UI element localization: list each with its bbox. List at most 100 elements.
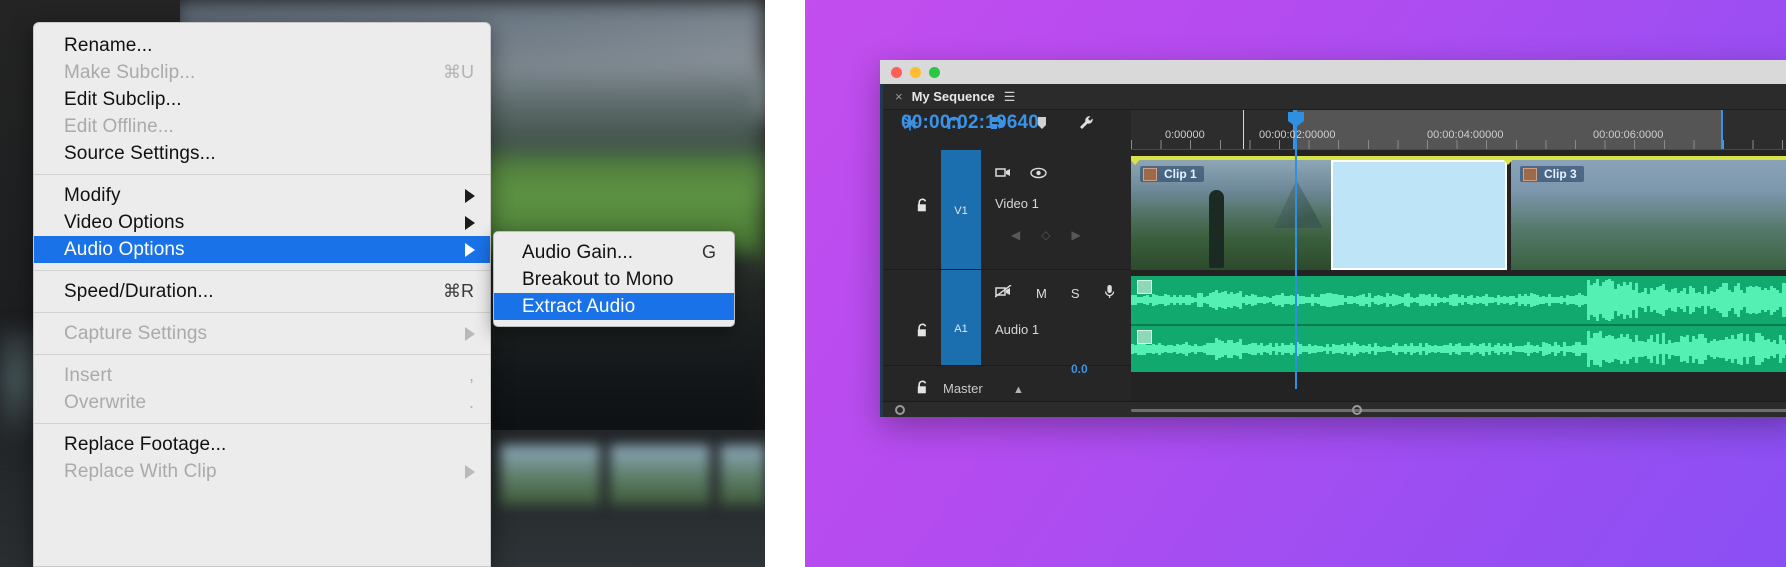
menu-separator	[34, 270, 490, 271]
menu-item-edit-offline: Edit Offline...	[34, 113, 490, 140]
hamburger-menu-icon[interactable]: ☰	[1004, 89, 1016, 105]
chevron-up-icon[interactable]: ▲	[1013, 384, 1024, 396]
eye-icon[interactable]	[1030, 167, 1047, 182]
linked-selection-icon[interactable]	[901, 114, 919, 132]
video-track-v1[interactable]: Clip 1 Clip 3	[1131, 156, 1786, 270]
linked-clips-icon[interactable]	[989, 114, 1007, 132]
backdrop-thumbnail-2	[610, 445, 710, 505]
audio-track-a1[interactable]	[1131, 276, 1786, 372]
add-keyframe-icon[interactable]: ◇	[1041, 228, 1050, 242]
clip-start-notch	[1131, 156, 1143, 165]
track-a1-icons: M S	[994, 284, 1115, 302]
lock-icon[interactable]	[916, 198, 929, 216]
previous-keyframe-icon[interactable]: ◀	[1011, 228, 1020, 242]
context-menu[interactable]: Rename... Make Subclip... ⌘U Edit Subcli…	[33, 22, 491, 567]
timeline-tracks-area[interactable]: Clip 1 Clip 3	[1131, 150, 1786, 417]
lock-icon[interactable]	[916, 380, 929, 398]
track-select-a1[interactable]: A1	[941, 270, 981, 365]
menu-item-rename[interactable]: Rename...	[34, 32, 490, 59]
menu-item-audio-options[interactable]: Audio Options	[34, 236, 490, 263]
track-id-label: V1	[954, 204, 968, 217]
chevron-right-icon	[465, 242, 475, 257]
solo-track-button[interactable]: S	[1071, 286, 1080, 301]
wrench-icon[interactable]	[1077, 114, 1095, 132]
close-icon[interactable]: ×	[895, 90, 903, 103]
clip-thumbnail-icon	[1143, 167, 1157, 181]
timeline-clip-1[interactable]: Clip 1	[1131, 160, 1331, 270]
window-titlebar	[880, 60, 1786, 84]
ruler-ticks	[1131, 140, 1786, 149]
menu-item-label: Replace With Clip	[64, 460, 217, 482]
audio-level-value[interactable]: 0.0	[1071, 362, 1088, 376]
clip-label: Clip 1	[1164, 167, 1197, 181]
timeline-horizontal-scrollbar[interactable]	[883, 401, 1786, 417]
menu-item-video-options[interactable]: Video Options	[34, 209, 490, 236]
next-keyframe-icon[interactable]: ▶	[1071, 228, 1080, 242]
screenshot-root: Rename... Make Subclip... ⌘U Edit Subcli…	[0, 0, 1786, 567]
menu-item-label: Replace Footage...	[64, 433, 227, 455]
lock-icon[interactable]	[916, 323, 929, 341]
menu-item-modify[interactable]: Modify	[34, 182, 490, 209]
menu-item-label: Edit Subclip...	[64, 88, 182, 110]
target-output-icon[interactable]	[995, 166, 1012, 182]
snap-icon[interactable]	[945, 114, 963, 132]
menu-item-label: Make Subclip...	[64, 61, 196, 83]
panel-divider	[765, 0, 805, 567]
menu-item-label: Modify	[64, 184, 121, 206]
track-header-v1[interactable]: V1 Video 1 ◀ ◇ ▶	[883, 150, 1131, 270]
submenu-item-label: Extract Audio	[522, 295, 636, 317]
minimize-window-button[interactable]	[910, 66, 921, 78]
microphone-icon[interactable]	[1104, 284, 1115, 302]
clip-badge: Clip 1	[1140, 166, 1204, 182]
clip-label: Clip 3	[1544, 167, 1577, 181]
chevron-right-icon	[465, 188, 475, 203]
chevron-right-icon	[465, 326, 475, 341]
tab-my-sequence[interactable]: My Sequence	[912, 89, 995, 104]
track-header-column: V1 Video 1 ◀ ◇ ▶ A1 Audio 1 M S 0.0 Mast…	[883, 150, 1151, 417]
timeline-panel: × My Sequence ☰ 00:00:02:19640 0:00000 0…	[880, 84, 1786, 417]
audio-clip-icon	[1137, 280, 1152, 294]
marker-icon[interactable]	[1033, 114, 1051, 132]
selected-clip-region[interactable]	[1331, 160, 1507, 270]
menu-item-label: Speed/Duration...	[64, 280, 214, 302]
menu-item-shortcut: ⌘R	[443, 281, 474, 301]
submenu-item-shortcut: G	[701, 242, 716, 262]
zoom-window-button[interactable]	[929, 66, 940, 78]
track-select-v1[interactable]: V1	[941, 150, 981, 269]
audio-waveform-channel-1	[1131, 276, 1786, 324]
submenu-item-breakout-to-mono[interactable]: Breakout to Mono	[494, 266, 734, 293]
track-name-v1: Video 1	[995, 196, 1039, 211]
close-window-button[interactable]	[891, 66, 902, 78]
mute-track-button[interactable]: M	[1036, 286, 1047, 301]
menu-item-label: Edit Offline...	[64, 115, 174, 137]
zoom-in-handle[interactable]	[1352, 405, 1362, 415]
menu-item-speed-duration[interactable]: Speed/Duration... ⌘R	[34, 278, 490, 305]
menu-separator	[34, 312, 490, 313]
menu-item-source-settings[interactable]: Source Settings...	[34, 140, 490, 167]
clip-end-notch	[1500, 156, 1516, 165]
master-track-row[interactable]: Master ▲	[883, 379, 1131, 401]
timeline-toolbar	[901, 114, 1095, 132]
menu-item-label: Video Options	[64, 211, 185, 233]
purple-backdrop-right: × My Sequence ☰ 00:00:02:19640 0:00000 0…	[805, 0, 1786, 567]
submenu-item-audio-gain[interactable]: Audio Gain... G	[494, 239, 734, 266]
timeline-clip-3[interactable]: Clip 3	[1511, 160, 1786, 270]
chevron-right-icon	[465, 464, 475, 479]
zoom-out-handle[interactable]	[895, 405, 905, 415]
playhead[interactable]	[1288, 110, 1304, 389]
mute-speaker-icon[interactable]	[994, 284, 1012, 301]
menu-item-label: Source Settings...	[64, 142, 216, 164]
menu-separator	[34, 354, 490, 355]
premiere-timeline-window: × My Sequence ☰ 00:00:02:19640 0:00000 0…	[880, 60, 1786, 417]
audio-options-submenu[interactable]: Audio Gain... G Breakout to Mono Extract…	[493, 231, 735, 327]
scroll-thumb[interactable]	[1131, 409, 1786, 412]
track-header-a1[interactable]: A1 Audio 1 M S	[883, 270, 1131, 366]
menu-item-replace-footage[interactable]: Replace Footage...	[34, 431, 490, 458]
keyframe-navigation[interactable]: ◀ ◇ ▶	[1011, 228, 1081, 242]
menu-item-shortcut: .	[468, 392, 474, 412]
menu-item-label: Rename...	[64, 34, 153, 56]
menu-item-edit-subclip[interactable]: Edit Subclip...	[34, 86, 490, 113]
submenu-item-extract-audio[interactable]: Extract Audio	[494, 293, 734, 320]
menu-item-shortcut: ,	[468, 365, 474, 385]
timeline-ruler[interactable]: 0:00000 00:00:02:00000 00:00:04:00000 00…	[1131, 110, 1786, 150]
